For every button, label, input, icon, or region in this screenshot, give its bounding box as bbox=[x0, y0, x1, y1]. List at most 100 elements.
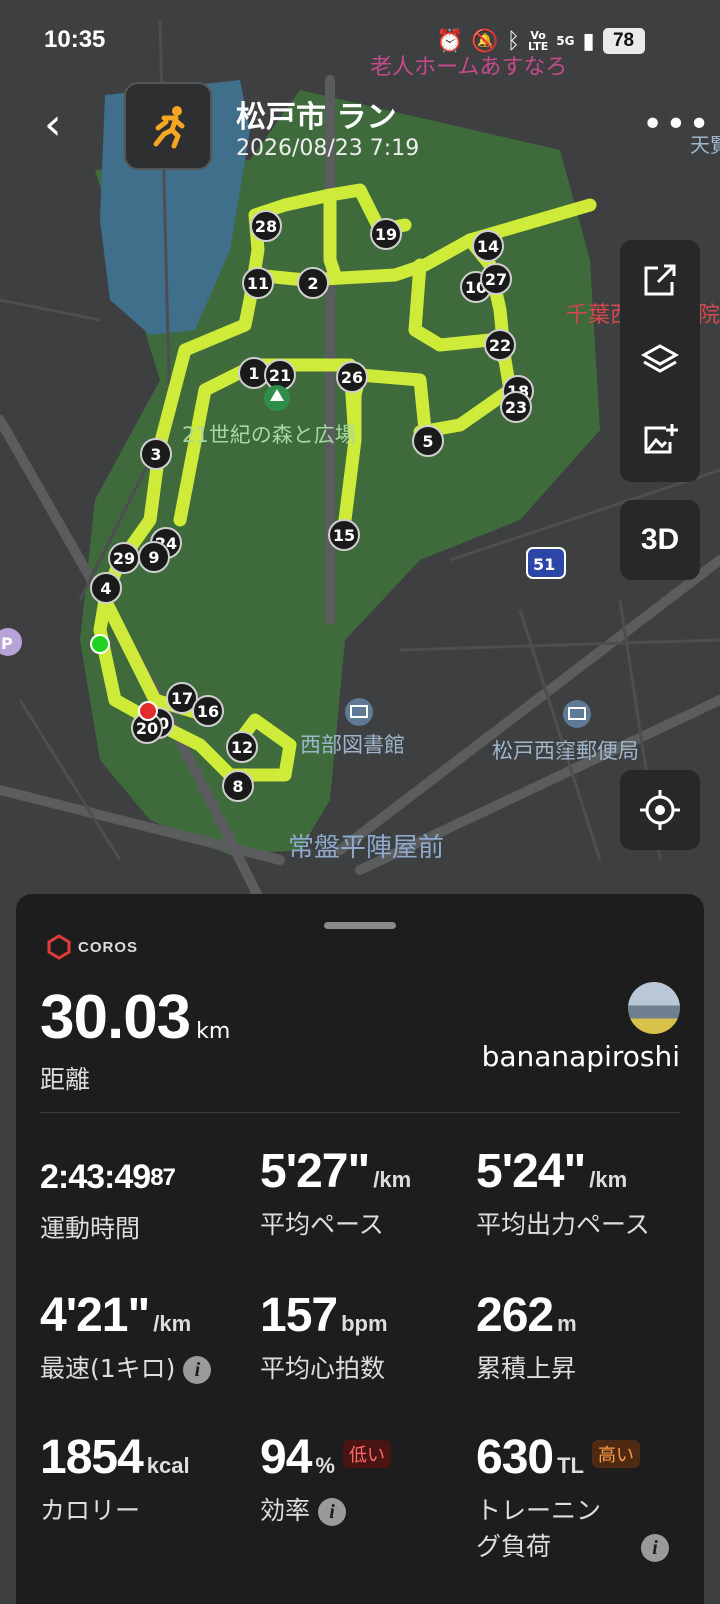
network-type: 5G bbox=[556, 34, 575, 48]
more-button[interactable]: ••• bbox=[642, 104, 712, 145]
drag-handle[interactable] bbox=[324, 922, 396, 929]
split-marker-9[interactable]: 9 bbox=[138, 541, 170, 573]
split-marker-5[interactable]: 5 bbox=[412, 425, 444, 457]
distance-label: 距離 bbox=[40, 1065, 91, 1094]
battery-level: 78 bbox=[602, 28, 645, 54]
info-icon[interactable]: i bbox=[318, 1498, 347, 1526]
split-marker-label: 21 bbox=[269, 366, 291, 385]
stat-avg-pace: 5'27"/km 平均ペース bbox=[260, 1145, 412, 1239]
activity-type-badge bbox=[124, 82, 212, 170]
stat-avg-hr: 157 bpm 平均心拍数 bbox=[260, 1289, 388, 1383]
map-label-library: 西部図書館 bbox=[300, 733, 405, 757]
more-dots-icon: ••• bbox=[642, 104, 712, 145]
stat-time: 2:43:4987 運動時間 bbox=[40, 1158, 176, 1243]
split-marker-label: 12 bbox=[231, 738, 253, 757]
split-marker-label: 29 bbox=[113, 549, 135, 568]
split-marker-label: 5 bbox=[422, 432, 433, 451]
stat-efficiency: 94% 低い 効率 i bbox=[260, 1430, 490, 1529]
avatar[interactable] bbox=[628, 982, 680, 1034]
split-marker-label: 23 bbox=[505, 398, 527, 417]
signal-icon: ▮ bbox=[582, 28, 595, 54]
split-marker-29[interactable]: 29 bbox=[108, 542, 140, 574]
stat-elevation: 262 m 累積上昇 bbox=[476, 1289, 577, 1383]
brand-logo: COROS bbox=[46, 934, 138, 960]
end-point bbox=[138, 701, 158, 721]
share-icon bbox=[644, 264, 676, 296]
add-photo-button[interactable] bbox=[620, 400, 700, 480]
split-marker-label: 4 bbox=[100, 579, 111, 598]
split-marker-22[interactable]: 22 bbox=[484, 329, 516, 361]
activity-title: 松戸市 ラン bbox=[236, 100, 397, 135]
coros-logo-icon bbox=[47, 934, 71, 960]
back-button[interactable]: ‹ bbox=[44, 100, 84, 150]
split-marker-label: 2 bbox=[307, 274, 318, 293]
locate-button[interactable] bbox=[620, 770, 700, 850]
summary-panel[interactable]: COROS 30.03 km 距離 bananapiroshi 2:43:4987… bbox=[16, 894, 704, 1604]
start-point bbox=[90, 634, 110, 654]
divider bbox=[40, 1112, 680, 1113]
split-marker-label: 1 bbox=[248, 364, 259, 383]
split-marker-label: 14 bbox=[477, 237, 499, 256]
split-marker-label: 22 bbox=[489, 336, 511, 355]
status-bar: 10:35 ⏰ 🔕 ᛒ Vo LTE 5G ▮ 78 bbox=[0, 0, 720, 80]
split-marker-3[interactable]: 3 bbox=[140, 438, 172, 470]
layers-icon bbox=[640, 344, 680, 373]
split-marker-label: 8 bbox=[232, 777, 243, 796]
split-marker-27[interactable]: 27 bbox=[480, 263, 512, 295]
split-marker-15[interactable]: 15 bbox=[328, 519, 360, 551]
distance-value: 30.03 km bbox=[40, 983, 231, 1052]
split-marker-label: 27 bbox=[485, 270, 507, 289]
stat-best-km: 4'21"/km 最速(1キロ) i bbox=[40, 1288, 270, 1387]
road-sign-number: 51 bbox=[533, 555, 555, 574]
split-marker-label: 17 bbox=[171, 689, 193, 708]
map-label-post-office: 松戸西窪郵便局 bbox=[492, 739, 639, 763]
split-marker-label: 26 bbox=[341, 368, 363, 387]
share-button[interactable] bbox=[620, 240, 700, 320]
split-marker-26[interactable]: 26 bbox=[336, 361, 368, 393]
split-marker-label: 3 bbox=[150, 445, 161, 464]
split-marker-label: 15 bbox=[333, 526, 355, 545]
split-marker-8[interactable]: 8 bbox=[222, 770, 254, 802]
stat-calories: 1854 kcal カロリー bbox=[40, 1431, 190, 1525]
split-marker-label: 20 bbox=[136, 719, 158, 738]
alarm-icon: ⏰ bbox=[436, 28, 464, 54]
split-marker-label: 28 bbox=[255, 217, 277, 236]
split-marker-16[interactable]: 16 bbox=[192, 695, 224, 727]
locate-icon bbox=[640, 790, 680, 830]
chevron-left-icon: ‹ bbox=[44, 99, 62, 150]
split-marker-23[interactable]: 23 bbox=[500, 391, 532, 423]
bluetooth-icon: ᛒ bbox=[506, 28, 521, 54]
map-label-park: 21世紀の森と広場 bbox=[182, 423, 356, 447]
split-marker-28[interactable]: 28 bbox=[250, 210, 282, 242]
map-toolbar bbox=[620, 240, 700, 482]
activity-datetime: 2026/08/23 7:19 bbox=[236, 136, 420, 161]
stat-avg-power-pace: 5'24"/km 平均出力ペース bbox=[476, 1145, 650, 1239]
volte-icon: Vo LTE bbox=[528, 29, 549, 53]
split-marker-label: 11 bbox=[247, 274, 269, 293]
split-marker-19[interactable]: 19 bbox=[370, 218, 402, 250]
running-person-icon bbox=[153, 106, 185, 149]
mute-icon: 🔕 bbox=[471, 28, 499, 54]
split-marker-14[interactable]: 14 bbox=[472, 230, 504, 262]
split-marker-label: 16 bbox=[197, 702, 219, 721]
username: bananapiroshi bbox=[481, 1040, 680, 1073]
parking-label: P bbox=[1, 634, 13, 653]
split-marker-label: 19 bbox=[375, 225, 397, 244]
split-marker-12[interactable]: 12 bbox=[226, 731, 258, 763]
status-badge: 低い bbox=[342, 1440, 391, 1469]
split-marker-11[interactable]: 11 bbox=[242, 267, 274, 299]
add-photo-icon bbox=[644, 424, 678, 454]
status-icons: ⏰ 🔕 ᛒ Vo LTE 5G ▮ 78 bbox=[436, 24, 645, 58]
map-label-station: 常盤平陣屋前 bbox=[288, 833, 444, 863]
info-icon[interactable]: i bbox=[183, 1356, 212, 1384]
stat-training-load: 630 TL 高い トレーニン グ負荷 i bbox=[476, 1430, 686, 1565]
split-marker-label: 9 bbox=[148, 548, 159, 567]
library-icon bbox=[345, 698, 373, 726]
split-marker-4[interactable]: 4 bbox=[90, 572, 122, 604]
layers-button[interactable] bbox=[620, 320, 700, 400]
view-3d-button[interactable]: 3D bbox=[620, 500, 700, 580]
status-time: 10:35 bbox=[44, 26, 106, 53]
info-icon[interactable]: i bbox=[641, 1534, 670, 1562]
split-marker-2[interactable]: 2 bbox=[297, 267, 329, 299]
status-badge: 高い bbox=[591, 1440, 640, 1469]
